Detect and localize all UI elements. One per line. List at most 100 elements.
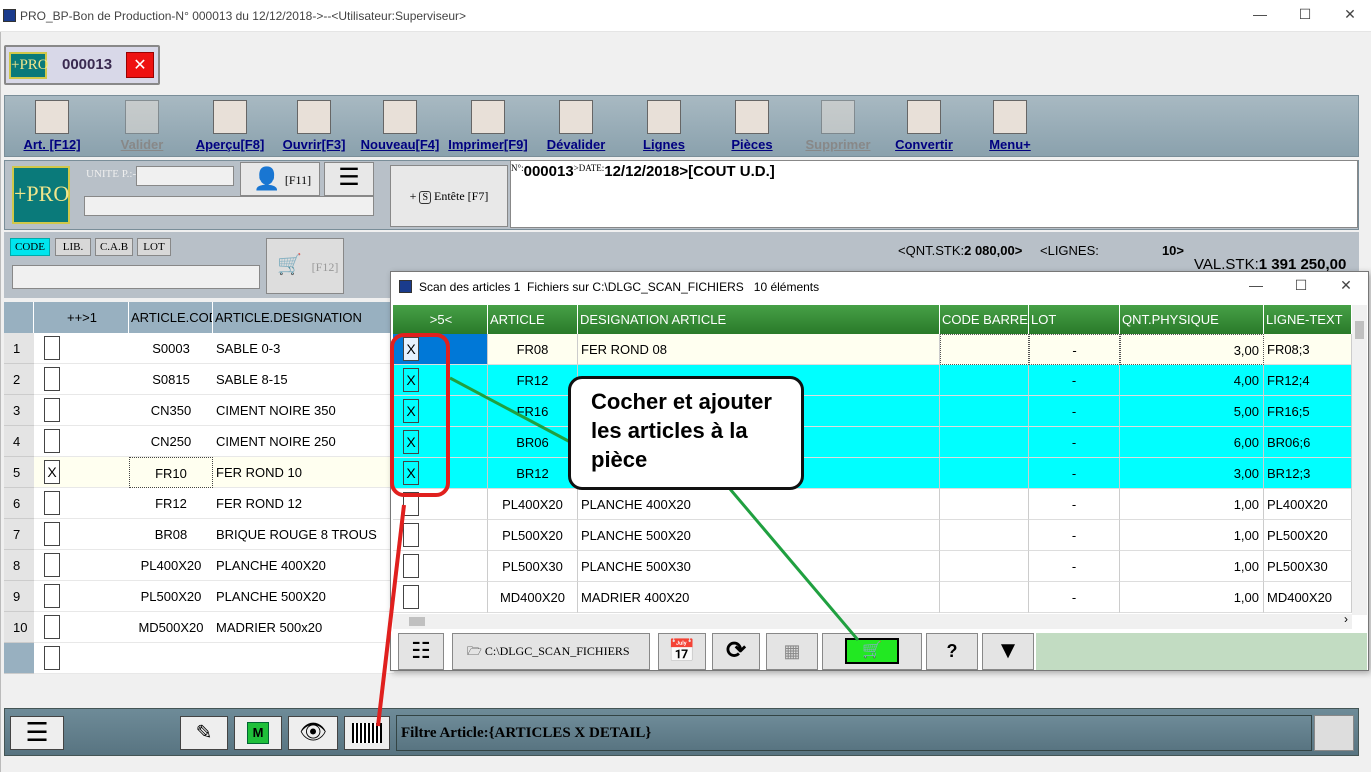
- dlg-row-checkbox-cell[interactable]: X: [393, 396, 488, 427]
- toolbar-button-4[interactable]: Nouveau[F4]: [356, 100, 444, 152]
- dlg-cell-qnt[interactable]: 5,00: [1120, 396, 1264, 427]
- dlg-row-checkbox-cell[interactable]: [393, 520, 488, 551]
- row-checkbox[interactable]: [44, 367, 60, 391]
- dlg-cell-lignetext[interactable]: FR16;5: [1264, 396, 1352, 427]
- dialog-vertical-scrollbar[interactable]: [1352, 305, 1367, 615]
- dlg-cell-article[interactable]: BR06: [488, 427, 578, 458]
- row-number[interactable]: 10: [4, 612, 34, 643]
- dlg-cell-codebarre[interactable]: [940, 427, 1029, 458]
- dlg-checkbox[interactable]: X: [403, 337, 419, 361]
- row-number[interactable]: 5: [4, 457, 34, 488]
- cell-article-designation[interactable]: BRIQUE ROUGE 8 TROUS: [213, 519, 394, 550]
- dlg-col-codebarre[interactable]: CODE BARRE: [940, 305, 1029, 334]
- dlg-row-checkbox-cell[interactable]: [393, 551, 488, 582]
- dlg-row-checkbox-cell[interactable]: X: [393, 458, 488, 489]
- dlg-checkbox[interactable]: X: [403, 399, 419, 423]
- toolbar-button-3[interactable]: Ouvrir[F3]: [270, 100, 358, 152]
- tab-code[interactable]: CODE: [10, 238, 50, 256]
- cell-article-designation[interactable]: CIMENT NOIRE 350: [213, 395, 394, 426]
- row-number[interactable]: 7: [4, 519, 34, 550]
- user-f11-button[interactable]: 👤 [F11]: [240, 162, 320, 196]
- dlg-cell-article[interactable]: PL500X30: [488, 551, 578, 582]
- dlg-cell-codebarre[interactable]: [940, 489, 1029, 520]
- dlg-cell-designation[interactable]: PLANCHE 500X20: [578, 520, 940, 551]
- col-header-designation[interactable]: ARTICLE.DESIGNATION: [213, 302, 394, 333]
- add-to-document-button[interactable]: 🛒: [822, 633, 922, 670]
- cell-article-code[interactable]: S0815: [129, 364, 213, 395]
- cell-article-designation[interactable]: SABLE 0-3: [213, 333, 394, 364]
- dlg-cell-article[interactable]: BR12: [488, 458, 578, 489]
- cell-article-designation[interactable]: MADRIER 500x20: [213, 612, 394, 643]
- filter-search-input[interactable]: [12, 265, 260, 289]
- dlg-col-qnt[interactable]: QNT.PHYSIQUE: [1120, 305, 1264, 334]
- dlg-cell-article[interactable]: PL400X20: [488, 489, 578, 520]
- close-icon[interactable]: ✕: [1340, 6, 1360, 23]
- add-to-cart-f12-button[interactable]: 🛒 [F12]: [266, 238, 344, 294]
- dlg-cell-article[interactable]: PL500X20: [488, 520, 578, 551]
- unite-input[interactable]: [136, 166, 234, 186]
- dlg-cell-lignetext[interactable]: FR08;3: [1264, 334, 1352, 365]
- col-header-code[interactable]: ARTICLE.CODE: [129, 302, 213, 333]
- dlg-checkbox[interactable]: [403, 523, 419, 547]
- dlg-checkbox[interactable]: [403, 492, 419, 516]
- dlg-row-checkbox-cell[interactable]: [393, 582, 488, 613]
- dlg-cell-qnt[interactable]: 3,00: [1120, 334, 1264, 365]
- row-number[interactable]: 6: [4, 488, 34, 519]
- dlg-row-checkbox-cell[interactable]: X: [393, 365, 488, 396]
- close-document-button[interactable]: ✕: [126, 52, 154, 78]
- dlg-cell-qnt[interactable]: 1,00: [1120, 551, 1264, 582]
- dlg-cell-designation[interactable]: PLANCHE 400X20: [578, 489, 940, 520]
- dlg-cell-lot[interactable]: -: [1029, 427, 1120, 458]
- dlg-cell-designation[interactable]: MADRIER 400X20: [578, 582, 940, 613]
- cell-article-code[interactable]: CN250: [129, 426, 213, 457]
- toolbar-button-10[interactable]: Convertir: [880, 100, 968, 152]
- dlg-checkbox[interactable]: [403, 585, 419, 609]
- row-number[interactable]: 1: [4, 333, 34, 364]
- dialog-close-icon[interactable]: ✕: [1336, 277, 1356, 294]
- tab-lib[interactable]: LIB.: [55, 238, 91, 256]
- dialog-horizontal-scrollbar[interactable]: ›: [393, 612, 1352, 629]
- dlg-cell-codebarre[interactable]: [940, 396, 1029, 427]
- view-button[interactable]: 👁: [288, 716, 338, 750]
- barcode-scan-button[interactable]: [344, 716, 390, 750]
- toolbar-button-0[interactable]: Art. [F12]: [8, 100, 96, 152]
- cell-article-designation[interactable]: SABLE 8-15: [213, 364, 394, 395]
- dlg-cell-lot[interactable]: -: [1029, 582, 1120, 613]
- dialog-minimize-icon[interactable]: —: [1246, 277, 1266, 293]
- row-checkbox[interactable]: [44, 522, 60, 546]
- scroll-thumb[interactable]: [1355, 321, 1364, 339]
- dlg-cell-lot[interactable]: -: [1029, 365, 1120, 396]
- toolbar-button-6[interactable]: Dévalider: [532, 100, 620, 152]
- dlg-cell-lot[interactable]: -: [1029, 551, 1120, 582]
- dlg-cell-qnt[interactable]: 1,00: [1120, 520, 1264, 551]
- dlg-checkbox[interactable]: X: [403, 430, 419, 454]
- row-checkbox[interactable]: [44, 429, 60, 453]
- dlg-cell-qnt[interactable]: 1,00: [1120, 582, 1264, 613]
- dlg-cell-lot[interactable]: -: [1029, 520, 1120, 551]
- calculator-button[interactable]: ▦: [766, 633, 818, 670]
- dlg-cell-lot[interactable]: -: [1029, 458, 1120, 489]
- hamburger-menu-button[interactable]: ☰: [324, 162, 374, 196]
- dialog-maximize-icon[interactable]: ☐: [1291, 277, 1311, 294]
- dlg-cell-lignetext[interactable]: PL500X30: [1264, 551, 1352, 582]
- row-checkbox[interactable]: [44, 336, 60, 360]
- hscroll-thumb[interactable]: [409, 617, 425, 626]
- toolbar-button-8[interactable]: Pièces: [708, 100, 796, 152]
- dlg-row-checkbox-cell[interactable]: X: [393, 427, 488, 458]
- col-header-check[interactable]: ++>1: [34, 302, 129, 333]
- row-checkbox[interactable]: [44, 553, 60, 577]
- row-number[interactable]: 9: [4, 581, 34, 612]
- dlg-cell-qnt[interactable]: 1,00: [1120, 489, 1264, 520]
- row-checkbox[interactable]: X: [44, 460, 60, 484]
- folder-path-button[interactable]: 🗁 C:\DLGC_SCAN_FICHIERS: [452, 633, 650, 670]
- dlg-cell-codebarre[interactable]: [940, 365, 1029, 396]
- row-number[interactable]: [4, 643, 34, 674]
- maximize-icon[interactable]: ☐: [1295, 6, 1315, 23]
- row-checkbox[interactable]: [44, 646, 60, 670]
- minimize-icon[interactable]: —: [1250, 6, 1270, 22]
- toolbar-button-9[interactable]: Supprimer: [794, 100, 882, 152]
- row-number[interactable]: 4: [4, 426, 34, 457]
- dlg-row-checkbox-cell[interactable]: [393, 489, 488, 520]
- cell-article-code[interactable]: PL400X20: [129, 550, 213, 581]
- dlg-cell-lignetext[interactable]: PL400X20: [1264, 489, 1352, 520]
